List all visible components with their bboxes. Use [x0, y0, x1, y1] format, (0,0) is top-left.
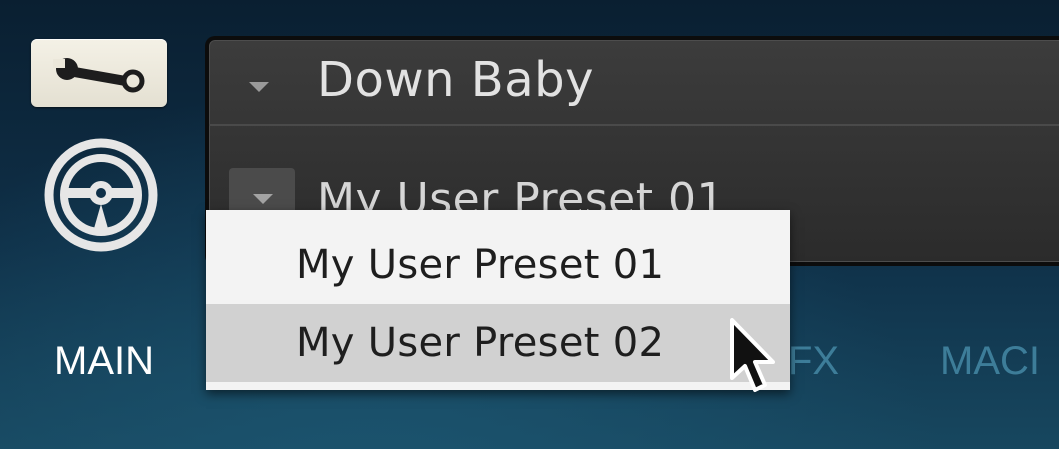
menu-item-preset-01[interactable]: My User Preset 01 — [206, 226, 790, 304]
instrument-name: Down Baby — [317, 52, 594, 108]
instrument-header: Down Baby My User Preset 01 MAIN FX MACI… — [0, 0, 1059, 449]
tab-main[interactable]: MAIN — [54, 336, 154, 386]
tab-fx[interactable]: FX — [788, 336, 839, 386]
tab-macro[interactable]: MACI — [940, 336, 1040, 386]
settings-button[interactable] — [31, 39, 167, 107]
wrench-icon — [53, 58, 145, 93]
triangle-down-icon[interactable] — [249, 82, 269, 92]
native-instruments-logo[interactable] — [42, 136, 160, 254]
menu-item-preset-02[interactable]: My User Preset 02 — [206, 304, 790, 382]
instrument-row[interactable]: Down Baby — [209, 40, 1059, 126]
mouse-pointer-icon — [730, 318, 775, 392]
preset-dropdown-menu: My User Preset 01 My User Preset 02 — [206, 210, 790, 390]
